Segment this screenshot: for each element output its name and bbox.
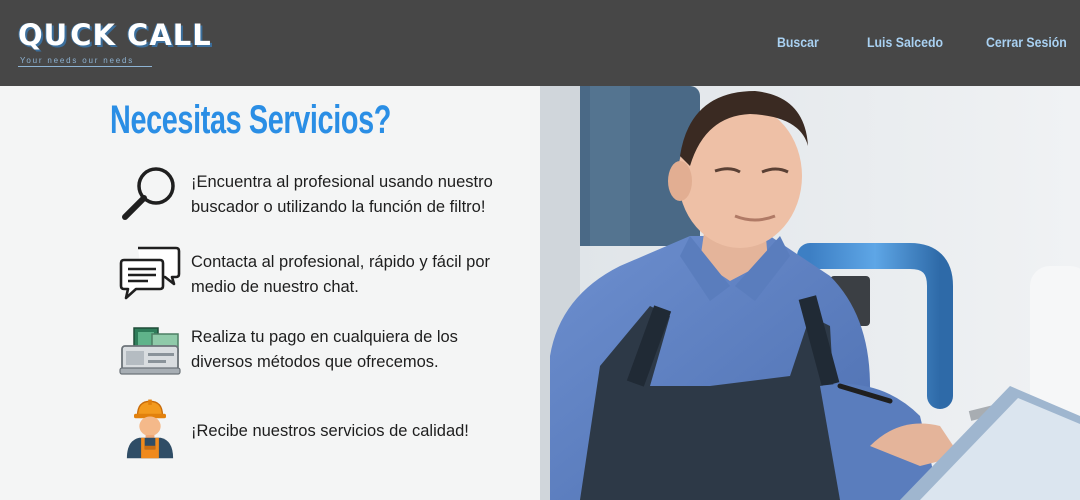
worker-icon: [126, 399, 174, 459]
hero-technician-photo: [540, 86, 1080, 500]
logo-underline: [18, 66, 152, 67]
chat-bubbles-icon: [119, 246, 181, 300]
top-navbar: QU CK CALL Your needs our needs Buscar L…: [0, 0, 1080, 86]
nav-user-link[interactable]: Luis Salcedo: [867, 34, 943, 50]
logo-tagline: Your needs our needs: [20, 56, 134, 65]
quick-call-logo[interactable]: QU CK CALL Your needs our needs: [18, 18, 212, 72]
feature-search-line2: buscador o utilizando la función de filt…: [191, 198, 486, 216]
feature-payment-line1: Realiza tu pago en cualquiera de los: [191, 328, 458, 346]
feature-payment-text: Realiza tu pago en cualquiera de los div…: [191, 325, 531, 375]
payment-icon: [119, 327, 181, 375]
feature-chat-text: Contacta al profesional, rápido y fácil …: [191, 250, 531, 300]
feature-search-text: ¡Encuentra al profesional usando nuestro…: [191, 170, 531, 220]
feature-quality-text: ¡Recibe nuestros servicios de calidad!: [191, 419, 531, 444]
magnifier-icon: [122, 167, 175, 220]
technician-illustration: [540, 86, 1080, 500]
nav-logout-link[interactable]: Cerrar Sesión: [986, 34, 1067, 50]
feature-quality-line1: ¡Recibe nuestros servicios de calidad!: [191, 422, 469, 440]
feature-chat-line1: Contacta al profesional, rápido y fácil …: [191, 253, 490, 271]
logo-wordmark: QU CK CALL: [18, 18, 212, 52]
nav-buscar-link[interactable]: Buscar: [777, 34, 819, 50]
feature-chat-line2: medio de nuestro chat.: [191, 278, 359, 296]
feature-search-line1: ¡Encuentra al profesional usando nuestro: [191, 173, 493, 191]
page-title: Necesitas Servicios?: [110, 98, 391, 142]
feature-payment-line2: diversos métodos que ofrecemos.: [191, 353, 439, 371]
